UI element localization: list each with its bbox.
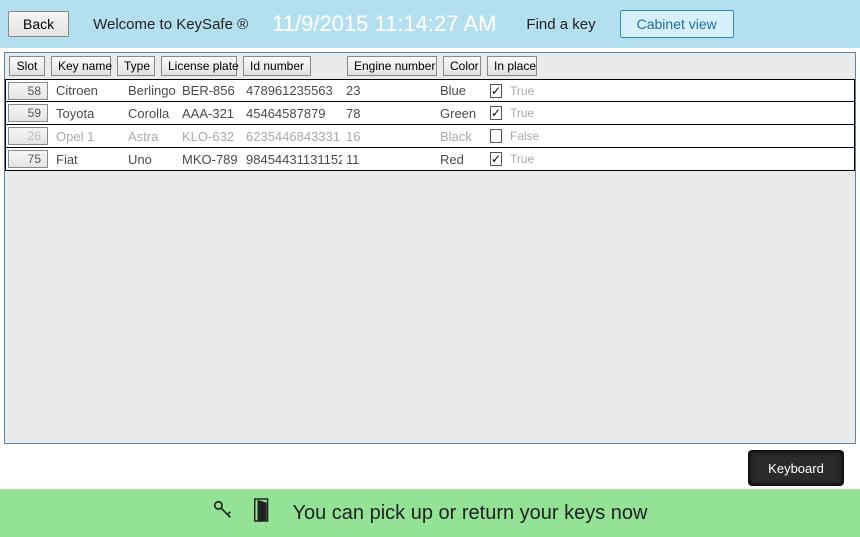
cell-inplace-checkbox[interactable]: ✓: [486, 84, 506, 98]
door-icon: [252, 497, 274, 529]
col-id-number[interactable]: Id number: [243, 56, 311, 76]
cell-inplace-text: True: [506, 106, 546, 120]
checkbox-icon: [490, 129, 502, 143]
col-license-plate[interactable]: License plate: [161, 56, 237, 76]
cell-plate: KLO-632: [178, 129, 242, 144]
col-spacer: [317, 64, 341, 68]
col-slot[interactable]: Slot: [9, 56, 45, 76]
cell-color: Red: [436, 152, 486, 167]
cell-inplace-checkbox[interactable]: ✓: [486, 152, 506, 166]
cell-slot[interactable]: 58: [8, 82, 48, 100]
datetime-text: 11/9/2015 11:14:27 AM: [272, 11, 496, 37]
cell-inplace-checkbox[interactable]: [486, 129, 506, 143]
cell-plate: BER-856: [178, 83, 242, 98]
cell-color: Black: [436, 129, 486, 144]
cell-id: 6235446843331: [242, 129, 342, 144]
footer-message: You can pick up or return your keys now: [292, 502, 647, 525]
col-in-place[interactable]: In place: [487, 56, 537, 76]
cell-color: Blue: [436, 83, 486, 98]
cell-color: Green: [436, 106, 486, 121]
col-engine-number[interactable]: Engine number: [347, 56, 437, 76]
cell-inplace-checkbox[interactable]: ✓: [486, 106, 506, 120]
cell-name: Opel 1: [52, 129, 124, 144]
cell-name: Citroen: [52, 83, 124, 98]
back-button[interactable]: Back: [8, 11, 69, 37]
cell-engine: 11: [342, 152, 436, 167]
cell-engine: 23: [342, 83, 436, 98]
checkbox-icon: ✓: [490, 84, 502, 98]
cell-plate: MKO-789: [178, 152, 242, 167]
cell-id: 478961235563: [242, 83, 342, 98]
top-bar: Back Welcome to KeySafe ® 11/9/2015 11:1…: [0, 0, 860, 48]
cell-engine: 16: [342, 129, 436, 144]
cell-id: 98454431131152: [242, 152, 342, 167]
table-row[interactable]: 75 FiatUnoMKO-7899845443113115211Red ✓ True: [5, 148, 855, 171]
welcome-text: Welcome to KeySafe ®: [93, 16, 248, 33]
cell-inplace-text: True: [506, 152, 546, 166]
key-table: Slot Key name Type License plate Id numb…: [4, 52, 856, 444]
cell-type: Corolla: [124, 106, 178, 121]
cell-slot[interactable]: 59: [8, 104, 48, 122]
cell-id: 45464587879: [242, 106, 342, 121]
keyboard-label: Keyboard: [768, 461, 824, 476]
col-type[interactable]: Type: [117, 56, 155, 76]
col-color[interactable]: Color: [443, 56, 481, 76]
cell-inplace-text: True: [506, 84, 546, 98]
cell-inplace-text: False: [506, 129, 546, 143]
checkbox-icon: ✓: [490, 106, 502, 120]
table-body: 58CitroenBerlingoBER-85647896123556323Bl…: [5, 79, 855, 171]
cell-engine: 78: [342, 106, 436, 121]
cell-name: Fiat: [52, 152, 124, 167]
table-row[interactable]: 59 ToyotaCorollaAAA-3214546458787978Green…: [5, 102, 855, 125]
table-row[interactable]: 58 CitroenBerlingoBER-85647896123556323Bl…: [5, 79, 855, 102]
cabinet-view-button[interactable]: Cabinet view: [620, 10, 734, 38]
cell-type: Astra: [124, 129, 178, 144]
find-key-label[interactable]: Find a key: [526, 16, 595, 33]
cell-type: Berlingo: [124, 83, 178, 98]
cell-name: Toyota: [52, 106, 124, 121]
key-icon: [212, 497, 234, 529]
col-key-name[interactable]: Key name: [51, 56, 111, 76]
cell-type: Uno: [124, 152, 178, 167]
keyboard-button[interactable]: Keyboard: [748, 450, 844, 486]
cell-plate: AAA-321: [178, 106, 242, 121]
checkbox-icon: ✓: [490, 152, 502, 166]
cell-slot[interactable]: 75: [8, 150, 48, 168]
table-header: Slot Key name Type License plate Id numb…: [5, 53, 855, 79]
footer-bar: You can pick up or return your keys now: [0, 489, 860, 537]
table-row[interactable]: 26 Opel 1AstraKLO-632623544684333116Black…: [5, 125, 855, 148]
cell-slot[interactable]: 26: [8, 127, 48, 145]
